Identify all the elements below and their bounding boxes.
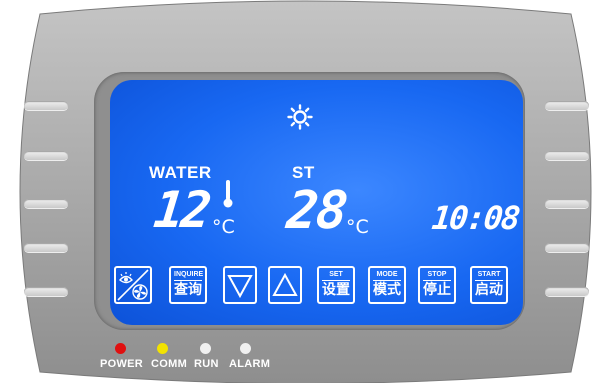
up-button[interactable] [268,266,302,304]
power-led [115,343,126,354]
water-temperature: 12 [150,181,212,239]
stop-button-label-zh: 停止 [423,282,451,298]
left-vent-3 [24,199,68,208]
mode-button[interactable]: MODE 模式 [368,266,406,304]
set-button-label-en: SET [322,270,350,281]
left-vent-4 [24,243,68,252]
thermometer-icon [223,180,233,208]
mode-button-label-zh: 模式 [373,282,401,298]
right-vent-1 [545,101,589,110]
set-button[interactable]: SET 设置 [317,266,355,304]
right-vent-2 [545,151,589,160]
alarm-led [240,343,251,354]
start-button-label-zh: 启动 [475,282,503,298]
left-vent-2 [24,151,68,160]
sun-icon [287,104,313,130]
run-led [200,343,211,354]
start-button[interactable]: START 启动 [470,266,508,304]
thermostat-controller: WATER ST 12 °C 28 °C 10:08 INQUIRE 查询 SE… [0,0,611,383]
set-temperature-unit: °C [346,216,369,238]
stop-button[interactable]: STOP 停止 [418,266,456,304]
triangle-up-icon [272,272,298,296]
right-vent-5 [545,287,589,296]
clock-display: 10:08 [430,199,521,237]
left-vent-1 [24,101,68,110]
stop-button-label-en: STOP [423,270,451,281]
mode-button-label-en: MODE [373,270,401,281]
inquire-button[interactable]: INQUIRE 查询 [169,266,207,304]
down-button[interactable] [223,266,257,304]
triangle-down-icon [227,275,253,299]
water-label: WATER [149,163,212,182]
water-temperature-unit: °C [212,216,235,238]
start-button-label-en: START [475,270,503,281]
fan-button[interactable] [114,266,152,304]
inquire-button-label-en: INQUIRE [174,270,203,281]
set-temp-label: ST [292,163,315,182]
set-temperature: 28 [283,181,349,241]
set-button-label-zh: 设置 [322,282,350,298]
left-vent-5 [24,287,68,296]
right-vent-3 [545,199,589,208]
lcd-screen: WATER ST 12 °C 28 °C 10:08 INQUIRE 查询 SE… [110,80,523,325]
comm-indicator-label: COMM [151,358,188,370]
comm-led [157,343,168,354]
run-indicator-label: RUN [194,358,219,370]
eye-fan-icon [117,269,149,301]
inquire-button-label-zh: 查询 [174,282,202,298]
right-vent-4 [545,243,589,252]
power-indicator-label: POWER [100,358,144,370]
alarm-indicator-label: ALARM [229,358,271,370]
